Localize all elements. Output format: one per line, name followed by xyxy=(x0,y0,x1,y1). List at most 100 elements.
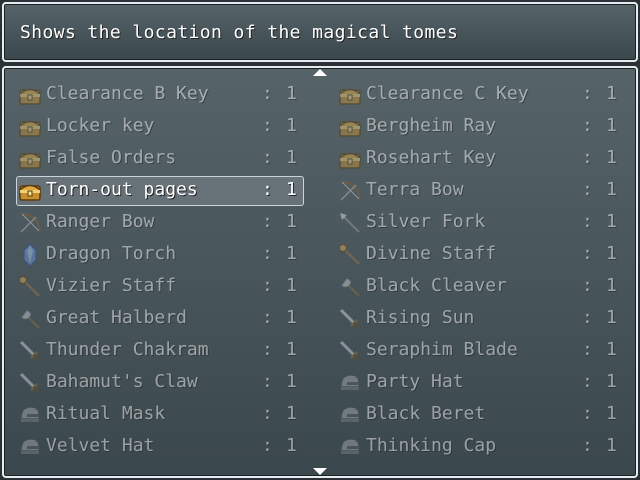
item-quantity: 1 xyxy=(286,435,297,456)
item-clearance-b-key[interactable]: Clearance B Key:1 xyxy=(16,80,304,110)
item-name: Silver Fork xyxy=(366,211,486,232)
helmet-icon xyxy=(338,403,362,427)
staff-icon xyxy=(338,243,362,267)
item-rosehart-key[interactable]: Rosehart Key:1 xyxy=(336,144,624,174)
spear-icon xyxy=(338,211,362,235)
item-great-halberd[interactable]: Great Halberd:1 xyxy=(16,304,304,334)
item-quantity: 1 xyxy=(606,403,617,424)
item-colon: : xyxy=(582,435,593,456)
item-colon: : xyxy=(262,403,273,424)
item-quantity: 1 xyxy=(606,115,617,136)
item-thunder-chakram[interactable]: Thunder Chakram:1 xyxy=(16,336,304,366)
sword-icon xyxy=(338,307,362,331)
item-ranger-bow[interactable]: Ranger Bow:1 xyxy=(16,208,304,238)
item-colon: : xyxy=(262,147,273,168)
scroll-up-arrow-icon[interactable] xyxy=(313,69,327,76)
item-colon: : xyxy=(582,275,593,296)
helmet-icon xyxy=(18,403,42,427)
item-colon: : xyxy=(262,339,273,360)
item-colon: : xyxy=(582,243,593,264)
item-name: Vizier Staff xyxy=(46,275,177,296)
item-black-cleaver[interactable]: Black Cleaver:1 xyxy=(336,272,624,302)
item-name: Black Beret xyxy=(366,403,486,424)
item-false-orders[interactable]: False Orders:1 xyxy=(16,144,304,174)
item-name: Divine Staff xyxy=(366,243,497,264)
item-divine-staff[interactable]: Divine Staff:1 xyxy=(336,240,624,270)
treasure-chest-icon xyxy=(338,147,362,171)
item-quantity: 1 xyxy=(606,243,617,264)
sword-icon xyxy=(18,339,42,363)
item-colon: : xyxy=(262,243,273,264)
item-quantity: 1 xyxy=(286,243,297,264)
item-quantity: 1 xyxy=(606,211,617,232)
item-name: Terra Bow xyxy=(366,179,464,200)
item-name: Clearance C Key xyxy=(366,83,529,104)
bow-icon xyxy=(18,211,42,235)
treasure-chest-icon xyxy=(338,115,362,139)
item-name: Seraphim Blade xyxy=(366,339,518,360)
item-colon: : xyxy=(582,339,593,360)
item-quantity: 1 xyxy=(606,435,617,456)
item-quantity: 1 xyxy=(286,211,297,232)
item-name: Ranger Bow xyxy=(46,211,155,232)
item-clearance-c-key[interactable]: Clearance C Key:1 xyxy=(336,80,624,110)
bow-icon xyxy=(338,179,362,203)
item-terra-bow[interactable]: Terra Bow:1 xyxy=(336,176,624,206)
item-name: Torn-out pages xyxy=(46,179,198,200)
item-rising-sun[interactable]: Rising Sun:1 xyxy=(336,304,624,334)
item-locker-key[interactable]: Locker key:1 xyxy=(16,112,304,142)
crystal-icon xyxy=(18,243,42,267)
item-dragon-torch[interactable]: Dragon Torch:1 xyxy=(16,240,304,270)
item-black-beret[interactable]: Black Beret:1 xyxy=(336,400,624,430)
item-seraphim-blade[interactable]: Seraphim Blade:1 xyxy=(336,336,624,366)
item-name: Ritual Mask xyxy=(46,403,166,424)
item-colon: : xyxy=(262,371,273,392)
item-ritual-mask[interactable]: Ritual Mask:1 xyxy=(16,400,304,430)
item-colon: : xyxy=(582,83,593,104)
help-window: Shows the location of the magical tomes xyxy=(2,2,638,62)
item-name: Bahamut's Claw xyxy=(46,371,198,392)
item-colon: : xyxy=(262,83,273,104)
item-colon: : xyxy=(262,275,273,296)
axe-icon xyxy=(338,275,362,299)
item-bergheim-ray[interactable]: Bergheim Ray:1 xyxy=(336,112,624,142)
item-quantity: 1 xyxy=(286,147,297,168)
item-quantity: 1 xyxy=(286,115,297,136)
item-name: Rising Sun xyxy=(366,307,475,328)
item-name: False Orders xyxy=(46,147,177,168)
item-quantity: 1 xyxy=(606,83,617,104)
item-colon: : xyxy=(262,115,273,136)
item-colon: : xyxy=(582,211,593,232)
item-thinking-cap[interactable]: Thinking Cap:1 xyxy=(336,432,624,462)
scroll-down-arrow-icon[interactable] xyxy=(313,468,327,475)
helmet-icon xyxy=(338,435,362,459)
item-torn-out-pages[interactable]: Torn-out pages:1 xyxy=(16,176,304,206)
item-colon: : xyxy=(582,147,593,168)
item-quantity: 1 xyxy=(286,403,297,424)
item-velvet-hat[interactable]: Velvet Hat:1 xyxy=(16,432,304,462)
item-colon: : xyxy=(262,179,273,200)
item-name: Velvet Hat xyxy=(46,435,155,456)
item-name: Locker key xyxy=(46,115,155,136)
help-text: Shows the location of the magical tomes xyxy=(20,22,459,43)
item-quantity: 1 xyxy=(606,307,617,328)
staff-icon xyxy=(18,275,42,299)
axe-icon xyxy=(18,307,42,331)
item-quantity: 1 xyxy=(606,275,617,296)
treasure-chest-icon xyxy=(18,83,42,107)
item-vizier-staff[interactable]: Vizier Staff:1 xyxy=(16,272,304,302)
item-quantity: 1 xyxy=(286,371,297,392)
item-bahamut-s-claw[interactable]: Bahamut's Claw:1 xyxy=(16,368,304,398)
treasure-chest-icon xyxy=(18,115,42,139)
item-party-hat[interactable]: Party Hat:1 xyxy=(336,368,624,398)
item-name: Great Halberd xyxy=(46,307,187,328)
item-quantity: 1 xyxy=(286,307,297,328)
item-quantity: 1 xyxy=(606,371,617,392)
item-colon: : xyxy=(262,307,273,328)
treasure-chest-icon xyxy=(338,83,362,107)
item-name: Thunder Chakram xyxy=(46,339,209,360)
item-name: Thinking Cap xyxy=(366,435,497,456)
item-silver-fork[interactable]: Silver Fork:1 xyxy=(336,208,624,238)
item-colon: : xyxy=(582,403,593,424)
item-quantity: 1 xyxy=(286,339,297,360)
